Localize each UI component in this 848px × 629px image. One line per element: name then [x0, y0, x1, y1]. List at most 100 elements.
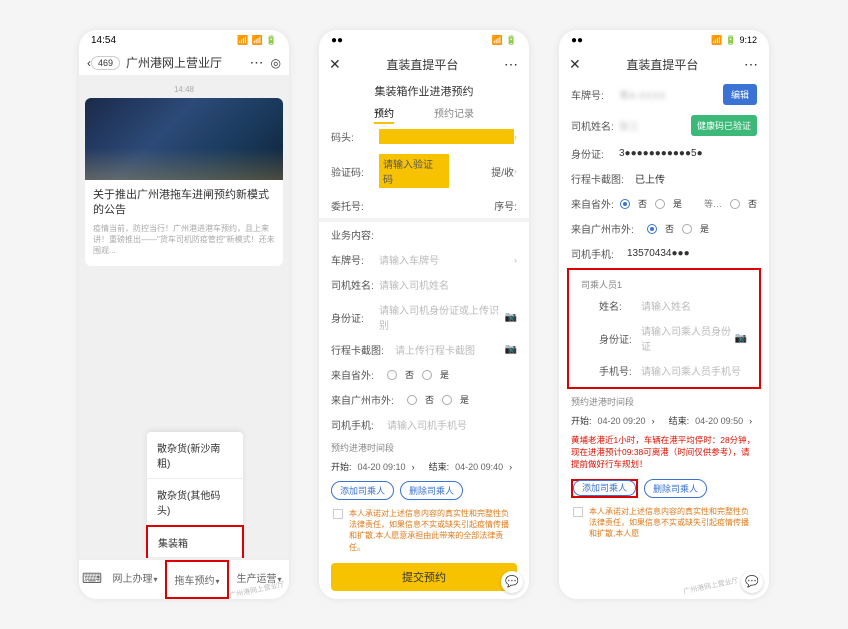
radio-prov-no[interactable]	[387, 370, 397, 380]
chat-body: 14:48 关于推出广州港拖车进闸预约新模式的公告 疫情当前，防控当行！广州港进…	[79, 75, 289, 559]
disclaimer: 本人承诺对上述信息内容的真实性和完整性负法律责任，如果信息不实或缺失引起疫情传播…	[559, 502, 769, 544]
time-row: 开始:04-20 09:20› 结束:04-20 09:50›	[559, 410, 769, 431]
submit-button[interactable]: 提交预约	[331, 563, 517, 591]
time-section-label: 预约进港时间段	[559, 391, 769, 410]
passenger-header: 司乘人员1	[569, 274, 759, 293]
del-passenger-button[interactable]: 删除司乘人	[400, 481, 463, 500]
close-icon[interactable]: ✕	[329, 56, 341, 73]
idcard-input[interactable]: 请输入司机身份证或上传识别	[379, 302, 505, 332]
start-time[interactable]: 04-20 09:10	[358, 462, 406, 472]
driver-value: 张三	[619, 118, 691, 133]
nav-bar: ✕ 直装直提平台 ⋯	[319, 50, 529, 79]
popup-item-2[interactable]: 散杂货(其他码头)	[147, 479, 243, 526]
p-name-input[interactable]: 请输入姓名	[641, 298, 747, 313]
camera-icon[interactable]: 📷	[735, 333, 747, 344]
keyboard-icon[interactable]: ⌨	[79, 560, 105, 599]
radio-prov-yes[interactable]	[422, 370, 432, 380]
row-driver-phone[interactable]: 司机手机: 请输入司机手机号	[319, 412, 529, 437]
page-title: 直装直提平台	[581, 56, 744, 73]
driver-phone-input[interactable]: 请输入司机手机号	[387, 417, 517, 432]
radio-city-no[interactable]	[407, 395, 417, 405]
menu-dots-icon[interactable]: ⋯	[504, 56, 519, 73]
row-verify: 验证码: 请输入验证码 提/收 ›	[319, 149, 529, 193]
tripcard-input[interactable]: 请上传行程卡截图	[395, 342, 505, 357]
radio-city-yes[interactable]	[682, 224, 692, 234]
popup-item-1[interactable]: 散杂货(新沙南粗)	[147, 432, 243, 479]
row-driver: 司机姓名: 张三 健康码已验证	[559, 110, 769, 141]
article-desc: 疫情当前，防控当行！广州港进港车预约，且上来讲！重磅推出——"货车司机防疫管控"…	[93, 223, 275, 257]
status-icons: 📶🔋	[489, 35, 517, 46]
camera-icon[interactable]: 📷	[505, 312, 517, 323]
disclaimer-checkbox[interactable]	[333, 509, 343, 519]
passenger-section-highlighted: 司乘人员1 姓名: 请输入姓名 身份证: 请输入司乘人员身份证 📷 手机号: 请…	[567, 268, 761, 389]
wechat-float-icon[interactable]: 💬	[501, 571, 523, 593]
row-from-city: 来自广州市外: 否 是	[319, 387, 529, 412]
row-p-name[interactable]: 姓名: 请输入姓名	[569, 293, 759, 318]
subtitle: 集装箱作业进港预约	[319, 79, 529, 101]
radio-prov-no[interactable]	[620, 199, 630, 209]
row-p-id[interactable]: 身份证: 请输入司乘人员身份证 📷	[569, 318, 759, 358]
target-icon[interactable]: ◎	[271, 56, 281, 70]
tab-reserve[interactable]: 预约	[374, 105, 394, 120]
carrier: ●●	[571, 35, 583, 46]
popup-item-3: 集装箱	[158, 539, 188, 550]
form-tabs: 预约 预约记录	[319, 101, 529, 124]
article-card[interactable]: 关于推出广州港拖车进闸预约新模式的公告 疫情当前，防控当行！广州港进港车预约，且…	[85, 98, 283, 266]
close-icon[interactable]: ✕	[569, 56, 581, 73]
edit-button[interactable]: 编辑	[723, 84, 757, 105]
row-idcard[interactable]: 身份证: 请输入司机身份证或上传识别 📷	[319, 297, 529, 337]
row-from-city: 来自广州市外: 否 是	[559, 216, 769, 241]
disclaimer-checkbox[interactable]	[573, 507, 583, 517]
tab-online[interactable]: 网上办理▾	[105, 560, 165, 599]
menu-dots-icon[interactable]: ⋯	[250, 54, 265, 71]
radio-city-no[interactable]	[647, 224, 657, 234]
disclaimer: 本人承诺对上述信息内容的真实性和完整性负法律责任，如果信息不实或缺失引起疫情传播…	[319, 504, 529, 557]
p-id-input[interactable]: 请输入司乘人员身份证	[641, 323, 735, 353]
radio-city-yes[interactable]	[442, 395, 452, 405]
verify-input[interactable]: 请输入验证码	[379, 154, 449, 188]
end-time[interactable]: 04-20 09:50	[695, 416, 743, 426]
end-time[interactable]: 04-20 09:40	[455, 462, 503, 472]
carrier: ●●	[331, 35, 343, 46]
del-passenger-button[interactable]: 删除司乘人	[644, 479, 707, 498]
row-p-phone[interactable]: 手机号: 请输入司乘人员手机号	[569, 358, 759, 383]
popup-item-container-highlighted[interactable]: 集装箱	[146, 525, 244, 558]
driver-input[interactable]: 请输入司机姓名	[379, 277, 517, 292]
row-tripcard[interactable]: 行程卡截图: 请上传行程卡截图 📷	[319, 337, 529, 362]
article-title: 关于推出广州港拖车进闸预约新模式的公告	[93, 188, 275, 219]
tab-truck-reserve[interactable]: 拖车预约▾	[165, 560, 229, 599]
phone-1-hall: 14:54 📶📶🔋 ‹ 469 广州港网上营业厅 ⋯ ◎ 14:48 关于推出广…	[79, 30, 289, 599]
start-time[interactable]: 04-20 09:20	[598, 416, 646, 426]
dock-select[interactable]	[379, 129, 514, 144]
row-from-prov: 来自省外: 否 是	[319, 362, 529, 387]
row-plate: 车牌号: 粤A·XXXX 编辑	[559, 79, 769, 110]
tripcard-value: 已上传	[635, 171, 757, 186]
add-passenger-button[interactable]: 添加司乘人	[331, 481, 394, 500]
tab-records[interactable]: 预约记录	[434, 105, 474, 120]
p-phone-input[interactable]: 请输入司乘人员手机号	[641, 363, 747, 378]
row-tripcard: 行程卡截图: 已上传	[559, 166, 769, 191]
row-driver[interactable]: 司机姓名: 请输入司机姓名	[319, 272, 529, 297]
chevron-icon: ▾	[153, 575, 157, 584]
message-time: 14:48	[85, 85, 283, 94]
time-row: 开始:04-20 09:10› 结束:04-20 09:40›	[319, 456, 529, 477]
chevron-right-icon: ›	[514, 132, 517, 142]
menu-dots-icon[interactable]: ⋯	[744, 56, 759, 73]
plate-value: 粤A·XXXX	[619, 87, 723, 102]
camera-icon[interactable]: 📷	[505, 344, 517, 355]
plate-input[interactable]: 请输入车牌号	[379, 252, 514, 267]
nav-bar: ✕ 直装直提平台 ⋯	[559, 50, 769, 79]
row-dock[interactable]: 码头: ›	[319, 124, 529, 149]
row-plate[interactable]: 车牌号: 请输入车牌号 ›	[319, 247, 529, 272]
eta-notice: 黄埔老港近1小时，车辆在港平均停时：28分钟，现在进港预计09:38可离港（时间…	[559, 431, 769, 475]
radio-prov-no2[interactable]	[730, 199, 740, 209]
wechat-float-icon[interactable]: 💬	[741, 571, 763, 593]
add-passenger-button[interactable]: 添加司乘人	[573, 480, 636, 496]
health-code-verified: 健康码已验证	[691, 115, 757, 136]
status-bar: ●● 📶🔋9:12	[559, 30, 769, 50]
back-count[interactable]: 469	[91, 56, 120, 70]
radio-prov-yes[interactable]	[655, 199, 665, 209]
row-idcard: 身份证: 3●●●●●●●●●●●5●	[559, 141, 769, 166]
status-icons: 📶📶🔋	[234, 35, 277, 46]
chevron-right-icon: ›	[514, 255, 517, 265]
